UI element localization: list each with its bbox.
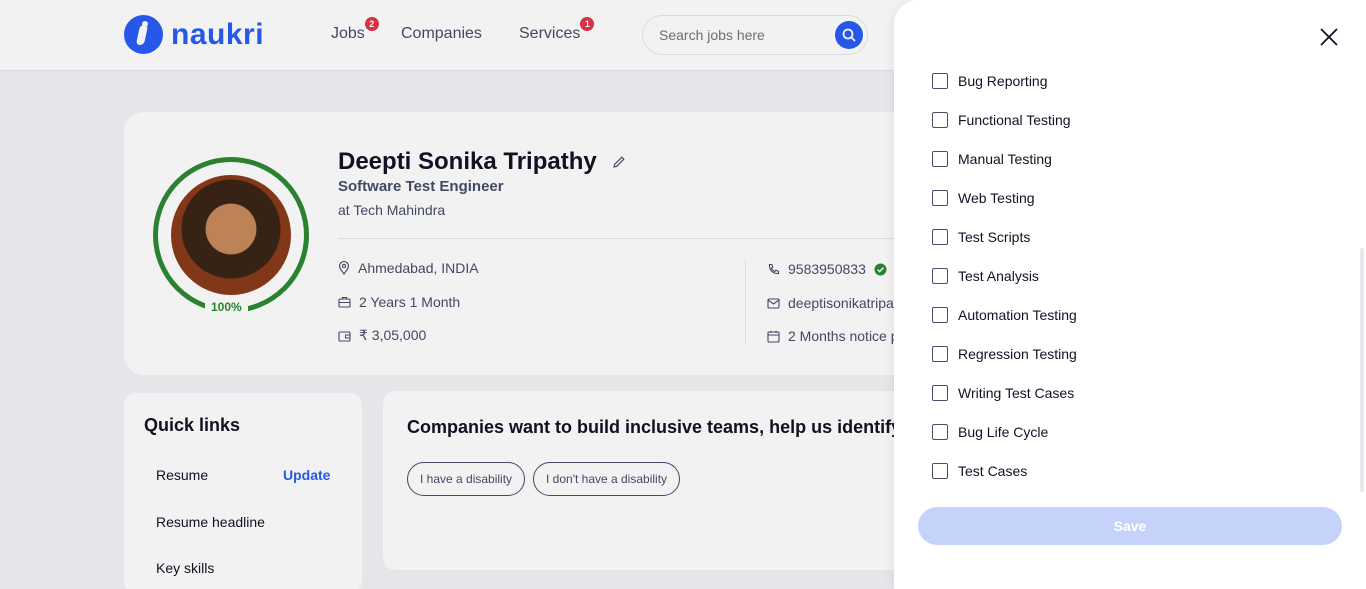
checkbox[interactable] [932, 73, 948, 89]
checkbox[interactable] [932, 112, 948, 128]
skill-checkbox-item[interactable]: Test Scripts [932, 227, 1030, 247]
skill-label: Regression Testing [958, 346, 1077, 362]
skill-label: Web Testing [958, 190, 1035, 206]
checkbox[interactable] [932, 346, 948, 362]
skill-checkbox-item[interactable]: Web Testing [932, 188, 1035, 208]
skill-checkbox-item[interactable]: Automation Testing [932, 305, 1077, 325]
skill-checkbox-item[interactable]: Test Cases [932, 461, 1027, 481]
skill-checkbox-item[interactable]: Writing Test Cases [932, 383, 1074, 403]
skill-checkbox-item[interactable]: Manual Testing [932, 149, 1052, 169]
skill-checkbox-item[interactable]: Regression Testing [932, 344, 1077, 364]
skill-label: Writing Test Cases [958, 385, 1075, 401]
checkbox[interactable] [932, 268, 948, 284]
checkbox[interactable] [932, 463, 948, 479]
checkbox[interactable] [932, 190, 948, 206]
checkbox[interactable] [932, 307, 948, 323]
skill-label: Bug Reporting [958, 73, 1048, 89]
key-skills-drawer: Bug Reporting Functional Testing Manual Te… [894, 0, 1366, 589]
skill-label: Test Analysis [958, 268, 1039, 284]
checkbox[interactable] [932, 424, 948, 440]
skill-label: Test Scripts [958, 229, 1031, 245]
skill-label: Automation Testing [958, 307, 1077, 323]
save-button[interactable]: Save [918, 507, 1342, 545]
skill-checkbox-item[interactable]: Bug Reporting [932, 71, 1048, 91]
skill-checkbox-item[interactable]: Bug Life Cycle [932, 422, 1048, 442]
skill-label: Test Cases [958, 463, 1028, 479]
checkbox[interactable] [932, 151, 948, 167]
drawer-scrollbar[interactable] [1360, 248, 1364, 492]
skill-label: Manual Testing [958, 151, 1052, 167]
checkbox[interactable] [932, 229, 948, 245]
close-icon[interactable] [1318, 26, 1340, 48]
skill-label: Functional Testing [958, 112, 1071, 128]
save-footer: Save [894, 492, 1366, 589]
skill-checkbox-item[interactable]: Test Analysis [932, 266, 1039, 286]
skill-checkbox-item[interactable]: Functional Testing [932, 110, 1071, 130]
checkbox[interactable] [932, 385, 948, 401]
skill-label: Bug Life Cycle [958, 424, 1049, 440]
